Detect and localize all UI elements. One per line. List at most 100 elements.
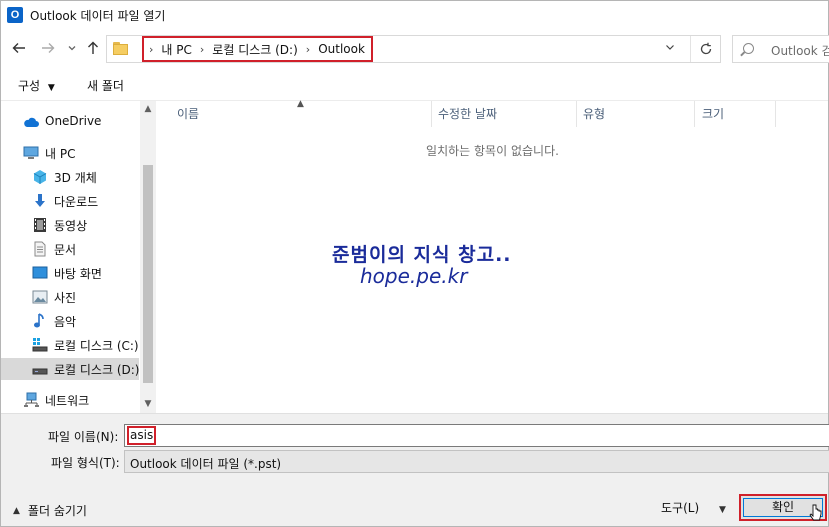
search-placeholder: Outlook 검 [771,44,829,58]
breadcrumb-separator[interactable]: › [306,43,310,56]
sidebar-item-desktop[interactable]: 바탕 화면 [1,262,139,284]
sort-caret-icon: ▲ [297,99,304,109]
cloud-icon [24,117,39,127]
chevron-down-icon: ▼ [47,83,55,93]
chevron-down-icon [68,46,76,51]
address-history-button[interactable] [662,41,678,57]
sidebar-item-3d-objects[interactable]: 3D 개체 [1,166,139,188]
recent-locations-button[interactable] [62,38,82,58]
sidebar-item-label: 동영상 [54,218,88,233]
filetype-label: 파일 형식(T): [51,456,120,470]
tools-button[interactable]: 도구(L) ▼ [661,499,726,516]
column-divider[interactable] [694,101,695,127]
sidebar-item-this-pc[interactable]: 내 PC [1,142,139,164]
sidebar-item-label: 네트워크 [45,393,90,408]
film-icon [34,218,46,232]
column-header-size[interactable]: 크기 [702,101,724,127]
column-header-name[interactable]: 이름 [177,101,199,127]
column-divider[interactable] [431,101,432,127]
breadcrumb-item-this-pc[interactable]: 내 PC [161,41,191,58]
hide-folders-button[interactable]: ▲ 폴더 숨기기 [13,502,87,519]
sidebar-item-label: 로컬 디스크 (D:) [54,362,140,377]
mouse-cursor-icon [809,504,822,521]
breadcrumb-item-drive-d[interactable]: 로컬 디스크 (D:) [212,41,297,58]
chevron-up-icon: ▲ [13,505,20,516]
sidebar-item-network[interactable]: 네트워크 [1,389,139,411]
network-icon [24,392,39,407]
scroll-down-icon[interactable]: ▼ [140,399,156,409]
sidebar-item-drive-d[interactable]: 로컬 디스크 (D:) [1,358,139,380]
tools-label: 도구(L) [661,501,700,515]
file-open-dialog: O Outlook 데이터 파일 열기 › 내 PC › 로컬 디스크 (D:)… [0,0,829,527]
music-icon [34,313,44,328]
arrow-up-icon [88,41,98,54]
sidebar-item-downloads[interactable]: 다운로드 [1,190,139,212]
drive-icon [32,368,48,375]
search-input[interactable]: Outlook 검 [732,35,829,63]
refresh-icon [700,42,711,55]
document-icon [34,241,46,257]
watermark-title: 준범이의 지식 창고.. [332,244,512,266]
sidebar-item-label: 바탕 화면 [54,266,102,281]
arrow-left-icon [12,43,25,53]
file-list: ▲ 이름 수정한 날짜 유형 크기 일치하는 항목이 없습니다. 준범이의 지식… [157,99,828,413]
organize-label: 구성 [18,79,41,93]
filetype-select[interactable]: Outlook 데이터 파일 (*.pst) [124,450,829,473]
organize-button[interactable]: 구성 ▼ [18,77,55,94]
folder-icon [113,42,128,55]
ok-label: 확인 [771,500,795,514]
dialog-footer: 파일 이름(N): asis 파일 형식(T): Outlook 데이터 파일 … [1,413,829,526]
navigation-row: › 내 PC › 로컬 디스크 (D:) › Outlook Outlook 검 [1,32,829,66]
sidebar-item-drive-c[interactable]: 로컬 디스크 (C:) [1,334,139,356]
navigation-pane: OneDrive 내 PC 3D 개체 다운로드 동영상 문서 바탕 화면 사진… [1,101,156,413]
sidebar-item-label: 다운로드 [54,194,99,209]
breadcrumb: › 내 PC › 로컬 디스크 (D:) › Outlook [142,36,373,62]
sidebar-item-label: 3D 개체 [54,170,97,185]
scrollbar-thumb[interactable] [143,165,153,383]
picture-icon [32,290,48,304]
empty-list-message: 일치하는 항목이 없습니다. [426,144,559,158]
sidebar-item-label: 음악 [54,314,77,329]
command-bar: 구성 ▼ 새 폴더 [1,67,828,101]
watermark-url: hope.pe.kr [360,264,468,288]
address-bar[interactable]: › 내 PC › 로컬 디스크 (D:) › Outlook [106,35,721,63]
filename-field[interactable]: asis [124,424,829,447]
column-header-date-modified[interactable]: 수정한 날짜 [438,101,497,127]
outlook-icon: O [7,7,23,23]
sidebar-item-label: 문서 [54,242,77,257]
sidebar-item-label: 사진 [54,290,77,305]
up-button[interactable] [83,38,103,58]
breadcrumb-separator: › [149,42,154,56]
forward-button[interactable] [38,38,58,58]
hide-folders-label: 폴더 숨기기 [27,504,87,518]
sidebar-item-pictures[interactable]: 사진 [1,286,139,308]
drive-icon [32,338,48,352]
arrow-right-icon [42,43,55,53]
filetype-value: Outlook 데이터 파일 (*.pst) [130,457,282,471]
column-divider[interactable] [775,101,776,127]
column-divider[interactable] [576,101,577,127]
sidebar-item-label: 내 PC [45,146,76,161]
desktop-icon [32,266,48,279]
back-button[interactable] [9,38,29,58]
chevron-down-icon [666,45,674,50]
cube-icon [33,170,47,184]
sidebar-item-music[interactable]: 음악 [1,310,139,332]
column-header-type[interactable]: 유형 [583,101,605,127]
sidebar-scrollbar[interactable]: ▲ ▼ [140,101,156,413]
filename-value[interactable]: asis [127,426,157,445]
breadcrumb-separator[interactable]: › [200,43,204,56]
refresh-button[interactable] [690,36,720,62]
scroll-up-icon[interactable]: ▲ [140,104,156,114]
sidebar-item-onedrive[interactable]: OneDrive [1,110,139,132]
new-folder-button[interactable]: 새 폴더 [87,77,124,94]
filename-label: 파일 이름(N): [48,430,119,444]
sidebar-item-label: OneDrive [45,114,102,128]
sidebar-item-label: 로컬 디스크 (C:) [54,338,139,353]
breadcrumb-item-outlook[interactable]: Outlook [318,42,365,56]
search-icon [743,43,754,54]
chevron-down-icon: ▼ [718,505,726,515]
download-icon [35,194,45,207]
sidebar-item-documents[interactable]: 문서 [1,238,139,260]
sidebar-item-videos[interactable]: 동영상 [1,214,139,236]
